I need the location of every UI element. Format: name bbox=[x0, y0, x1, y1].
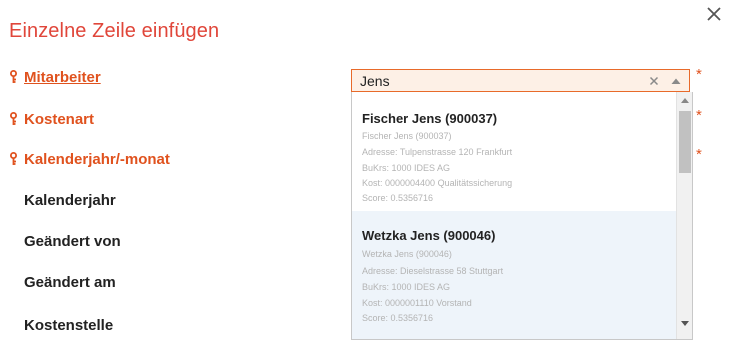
option-detail-name: Wetzka Jens (900046) bbox=[362, 249, 452, 259]
dropdown-option[interactable]: Fischer Jens (900037) Fischer Jens (9000… bbox=[352, 92, 676, 211]
option-detail-score: Score: 0.5356716 bbox=[362, 193, 434, 203]
field-row-kostenstelle: Kostenstelle bbox=[9, 315, 113, 335]
scrollbar-thumb[interactable] bbox=[679, 111, 691, 173]
option-detail-name: Fischer Jens (900037) bbox=[362, 131, 452, 141]
geaendert-am-label: Geändert am bbox=[24, 273, 116, 291]
option-detail-score: Score: 0.5356716 bbox=[362, 313, 434, 323]
geaendert-von-label: Geändert von bbox=[24, 232, 121, 250]
field-row-kostenart: Kostenart bbox=[9, 109, 94, 129]
key-icon bbox=[10, 152, 17, 165]
option-detail-bukrs: BuKrs: 1000 IDES AG bbox=[362, 163, 451, 173]
kalenderjahr-label: Kalenderjahr bbox=[24, 191, 116, 209]
field-row-kalenderjahr-monat: Kalenderjahr/-monat bbox=[9, 149, 170, 169]
scroll-down-icon[interactable] bbox=[681, 321, 689, 327]
field-row-geaendert-am: Geändert am bbox=[9, 272, 116, 292]
close-icon bbox=[707, 7, 721, 21]
dropdown-scrollbar[interactable] bbox=[676, 92, 692, 339]
dialog-title: Einzelne Zeile einfügen bbox=[9, 20, 220, 42]
option-detail-kost: Kost: 0000004400 Qualitätssicherung bbox=[362, 178, 513, 188]
kostenstelle-label: Kostenstelle bbox=[24, 316, 114, 334]
close-button[interactable] bbox=[703, 3, 725, 25]
option-title: Fischer Jens (900037) bbox=[362, 111, 498, 126]
option-detail-address: Adresse: Tulpenstrasse 120 Frankfurt bbox=[362, 147, 513, 157]
field-row-kalenderjahr: Kalenderjahr bbox=[9, 190, 116, 210]
option-title: Wetzka Jens (900046) bbox=[362, 228, 496, 243]
option-detail-address: Adresse: Dieselstrasse 58 Stuttgart bbox=[362, 266, 504, 276]
mitarbeiter-dropdown-list: Fischer Jens (900037) Fischer Jens (9000… bbox=[351, 92, 693, 340]
caret-up-icon[interactable] bbox=[671, 77, 681, 85]
field-row-mitarbeiter: Mitarbeiter bbox=[9, 67, 101, 87]
mitarbeiter-search-input[interactable] bbox=[360, 73, 630, 89]
clear-icon[interactable] bbox=[649, 76, 659, 86]
kostenart-label: Kostenart bbox=[24, 110, 95, 128]
kalenderjahr-monat-label: Kalenderjahr/-monat bbox=[24, 150, 170, 168]
mitarbeiter-combobox[interactable] bbox=[351, 69, 690, 92]
dialog: Einzelne Zeile einfügen Mitarbeiter * Ko… bbox=[0, 0, 730, 346]
mitarbeiter-label-link[interactable]: Mitarbeiter bbox=[24, 69, 101, 86]
scroll-up-icon[interactable] bbox=[681, 97, 689, 103]
dropdown-option[interactable]: Wetzka Jens (900046) Wetzka Jens (900046… bbox=[352, 211, 676, 339]
required-marker: * bbox=[696, 146, 702, 163]
key-icon bbox=[10, 112, 17, 125]
required-marker: * bbox=[696, 107, 702, 124]
field-row-geaendert-von: Geändert von bbox=[9, 231, 121, 251]
key-icon bbox=[10, 70, 17, 83]
option-detail-kost: Kost: 0000001110 Vorstand bbox=[362, 298, 472, 308]
option-detail-bukrs: BuKrs: 1000 IDES AG bbox=[362, 282, 451, 292]
required-marker: * bbox=[696, 66, 702, 83]
